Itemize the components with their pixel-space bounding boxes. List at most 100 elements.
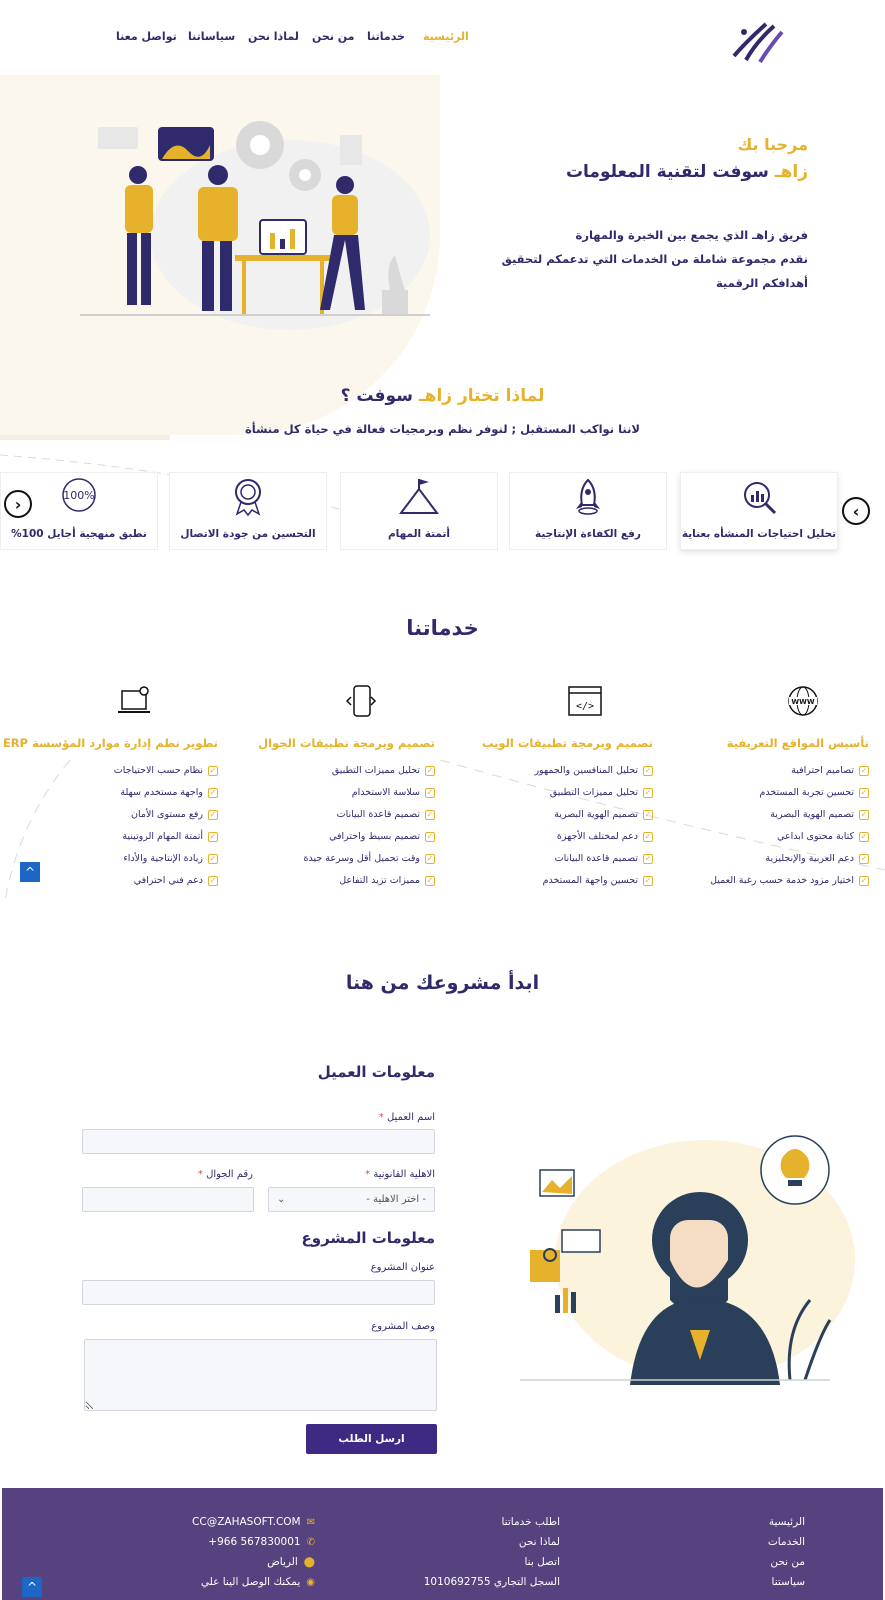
check-icon: ✓: [425, 787, 435, 798]
phone-icon: ✆: [306, 1536, 315, 1548]
check-icon: ✓: [208, 765, 218, 776]
hero-title: زاهـ سوفت لتقنية المعلومات: [566, 162, 808, 182]
project-title-input[interactable]: [82, 1280, 435, 1305]
why-card[interactable]: رفع الكفاءة الإنتاجية: [509, 472, 667, 550]
check-icon: ✓: [643, 787, 653, 798]
footer-link[interactable]: الخدمات: [768, 1536, 805, 1548]
footer-registry: السجل التجاري 1010692755: [423, 1576, 560, 1588]
service-item: ✓ تصاميم احترافية: [791, 765, 869, 776]
why-title-accent: زاهـ: [418, 386, 453, 406]
whatsapp-icon: ◉: [306, 1576, 315, 1588]
footer-link[interactable]: من نحن: [770, 1556, 805, 1568]
check-icon: ✓: [425, 765, 435, 776]
svg-text:100%: 100%: [63, 489, 94, 502]
legal-status-label: الاهلية القانونية *: [365, 1169, 435, 1180]
check-icon: ✓: [643, 831, 653, 842]
footer-link[interactable]: اتصل بنا: [524, 1556, 560, 1568]
legal-status-placeholder: - اختر الاهلية -: [366, 1194, 426, 1205]
why-title: لماذا تختار زاهـ سوفت ؟: [0, 386, 885, 406]
nav-contact[interactable]: تواصل معنا: [116, 30, 177, 43]
why-subtitle: لاننا نواكب المستقبل ; لنوفر نظم وبرمجيا…: [245, 422, 640, 436]
client-name-label: اسم العميل *: [378, 1112, 435, 1123]
svg-text:WWW: WWW: [791, 698, 814, 706]
service-item: ✓ تصميم قاعدة البيانات: [336, 809, 435, 820]
chevron-right-icon: ›: [852, 501, 860, 521]
why-card-label: التحسين من جودة الاتصال: [180, 528, 316, 540]
mobile-label: رقم الجوال *: [197, 1169, 253, 1180]
legal-status-select[interactable]: - اختر الاهلية - ⌄: [268, 1187, 435, 1212]
medal-icon: [235, 479, 261, 517]
percent-icon: 100%: [62, 478, 96, 512]
chevron-up-icon: ^: [26, 1580, 38, 1594]
service-item: ✓ مميزات تزيد التفاعل: [339, 875, 435, 886]
submit-request-button[interactable]: ارسل الطلب: [306, 1424, 437, 1454]
footer-link[interactable]: سياستنا: [772, 1576, 806, 1588]
check-icon: ✓: [859, 853, 869, 864]
logo-mark-icon: [732, 22, 784, 64]
check-icon: ✓: [425, 853, 435, 864]
carousel-next-button[interactable]: ›: [842, 497, 870, 525]
check-icon: ✓: [208, 809, 218, 820]
service-item: ✓ تصميم الهوية البصرية: [770, 809, 869, 820]
nav-home[interactable]: الرئيسية: [423, 30, 469, 43]
service-item: ✓ تصميم قاعدة البيانات: [554, 853, 653, 864]
footer-link[interactable]: الرئيسية: [769, 1516, 805, 1528]
scroll-to-top-button[interactable]: ^: [20, 862, 40, 882]
service-item: ✓ سلاسة الاستخدام: [351, 787, 435, 798]
mail-icon: ✉: [306, 1516, 315, 1528]
check-icon: ✓: [643, 853, 653, 864]
check-icon: ✓: [208, 787, 218, 798]
client-name-input[interactable]: [82, 1129, 435, 1154]
footer-whatsapp[interactable]: ◉ يمكنك الوصل الينا علي: [201, 1576, 315, 1588]
hero-illustration: [80, 121, 430, 330]
check-icon: ✓: [859, 765, 869, 776]
footer-phone[interactable]: ✆ +966 567830001: [208, 1536, 315, 1548]
location-icon: ⬤: [303, 1556, 315, 1568]
logo[interactable]: [726, 12, 788, 66]
nav-services[interactable]: خدماتنا: [367, 30, 405, 43]
hero-line-1: فريق زاهـ الذي يجمع بين الخبرة والمهارة: [575, 228, 808, 242]
analysis-icon: [744, 482, 777, 515]
project-description-textarea[interactable]: [84, 1339, 437, 1411]
carousel-prev-button[interactable]: ‹: [4, 490, 32, 518]
hero-line-2: نقدم مجموعة شاملة من الخدمات التي تدعمكم…: [501, 252, 808, 266]
why-card[interactable]: أتمتة المهام: [340, 472, 498, 550]
service-item: ✓ واجهة مستخدم سهلة: [120, 787, 218, 798]
hero-greeting: مرحبا بك: [737, 135, 808, 154]
service-item: ✓ كتابة محتوى ابداعي: [777, 831, 869, 842]
mountain-flag-icon: [399, 479, 439, 514]
service-item: ✓ تصميم الهوية البصرية: [554, 809, 653, 820]
hero-line-3: أهدافكم الرقمية: [715, 276, 808, 290]
check-icon: ✓: [859, 787, 869, 798]
footer-link[interactable]: لماذا نحن: [519, 1536, 560, 1548]
nav-policies[interactable]: سياساتنا: [188, 30, 235, 43]
mobile-code-icon: [345, 685, 377, 717]
chevron-up-icon: ^: [24, 865, 36, 879]
service-item: ✓ دعم لمختلف الأجهزة: [556, 831, 653, 842]
check-icon: ✓: [208, 875, 218, 886]
service-item: ✓ تحسين واجهة المستخدم: [542, 875, 653, 886]
service-item: ✓ رفع مستوى الأمان: [130, 809, 218, 820]
nav-why-us[interactable]: لماذا نحن: [248, 30, 299, 43]
service-item: ✓ تحليل مميزات التطبيق: [549, 787, 653, 798]
client-info-heading: معلومات العميل: [317, 1063, 435, 1081]
footer-email[interactable]: ✉ CC@ZAHASOFT.COM: [192, 1516, 315, 1528]
mobile-input[interactable]: [82, 1187, 254, 1212]
service-item: ✓ تصميم بسيط واحترافي: [329, 831, 435, 842]
check-icon: ✓: [425, 831, 435, 842]
start-project-title: ابدأ مشروعك من هنا: [345, 972, 540, 994]
why-card[interactable]: تحليل احتياجات المنشأه بعناية: [680, 472, 838, 550]
service-item: ✓ زيادة الإنتاجية والأداء: [123, 853, 218, 864]
service-item: ✓ وقت تحميل أقل وسرعة جيدة: [303, 853, 435, 864]
check-icon: ✓: [208, 831, 218, 842]
service-item: ✓ أتمتة المهام الروتينية: [122, 831, 218, 842]
nav-about[interactable]: من نحن: [312, 30, 355, 43]
service-item: ✓ دعم فني احترافي: [133, 875, 218, 886]
chevron-down-icon: ⌄: [277, 1194, 286, 1205]
footer-link[interactable]: اطلب خدماتنا: [501, 1516, 560, 1528]
why-card[interactable]: التحسين من جودة الاتصال: [169, 472, 327, 550]
footer-scroll-to-top-button[interactable]: ^: [22, 1577, 42, 1597]
rocket-icon: [576, 478, 600, 515]
service-item: ✓ تحسين تجربة المستخدم: [759, 787, 869, 798]
check-icon: ✓: [425, 809, 435, 820]
